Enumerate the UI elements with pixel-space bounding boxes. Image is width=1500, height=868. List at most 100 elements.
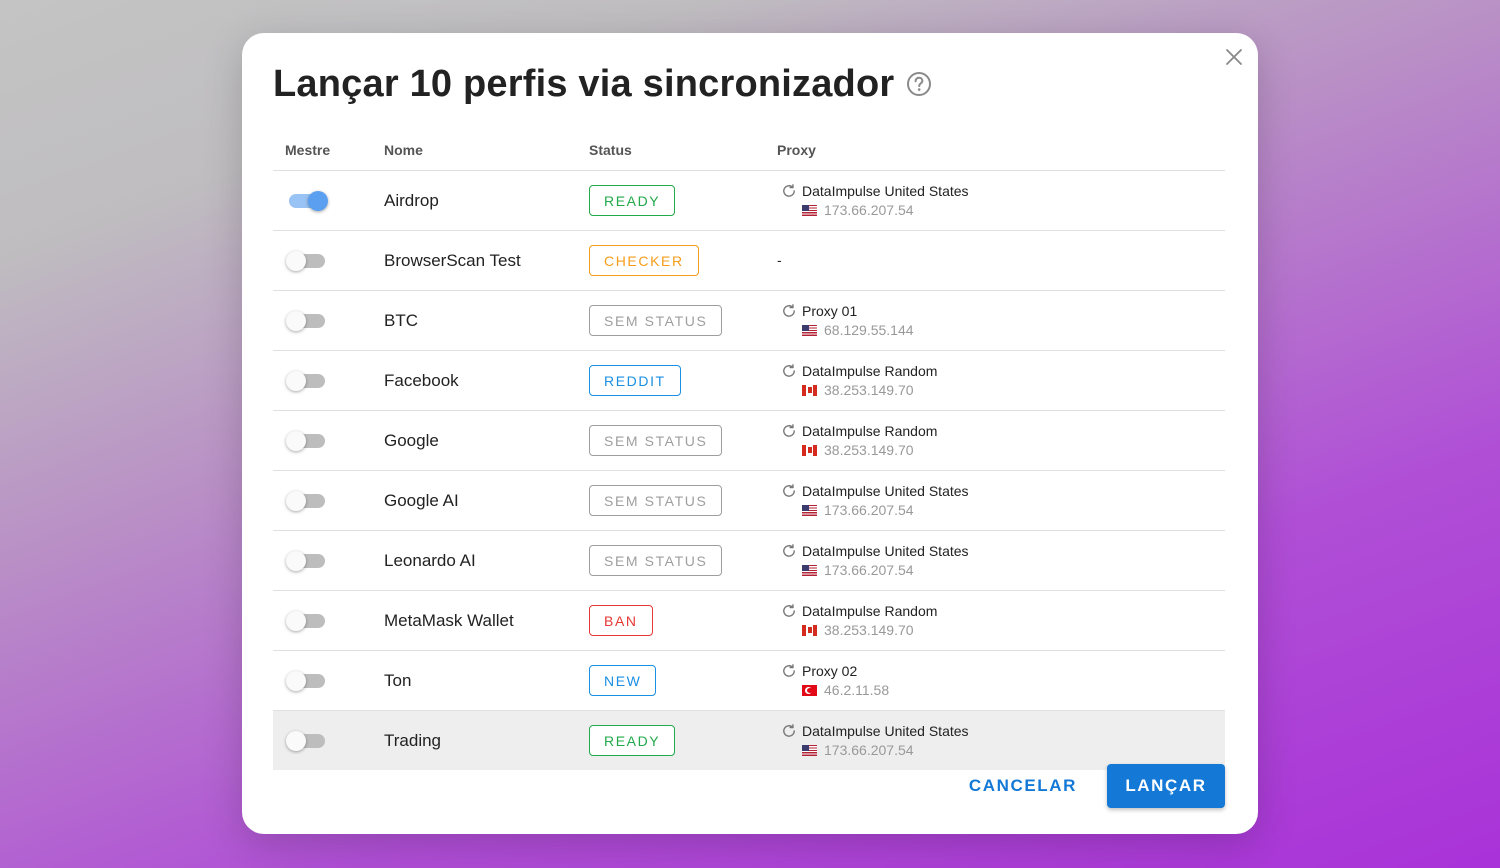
status-badge: CHECKER: [589, 245, 699, 276]
column-header-proxy: Proxy: [777, 141, 816, 158]
status-cell: SEM STATUS: [589, 305, 777, 336]
proxy-ip: 173.66.207.54: [824, 562, 914, 578]
status-cell: SEM STATUS: [589, 425, 777, 456]
table-row[interactable]: Facebook REDDIT DataImpulse Random 38.253.1…: [273, 351, 1225, 411]
dialog-footer: CANCELAR LANÇAR: [955, 764, 1225, 808]
table-row[interactable]: MetaMask Wallet BAN DataImpulse Random 38.2…: [273, 591, 1225, 651]
status-badge: NEW: [589, 665, 657, 696]
refresh-icon[interactable]: [781, 363, 797, 379]
launch-button[interactable]: LANÇAR: [1107, 764, 1225, 808]
proxy-info: DataImpulse United States 173.66.207.54: [777, 543, 1225, 578]
proxy-ip: 46.2.11.58: [824, 682, 890, 698]
table-row[interactable]: Airdrop READY DataImpulse United States 173…: [273, 171, 1225, 231]
master-cell: [273, 250, 384, 271]
master-cell: [273, 430, 384, 451]
proxy-info: DataImpulse United States 173.66.207.54: [777, 483, 1225, 518]
status-cell: SEM STATUS: [589, 545, 777, 576]
master-toggle[interactable]: [286, 490, 328, 511]
master-toggle[interactable]: [286, 190, 328, 211]
proxy-ip: 173.66.207.54: [824, 742, 914, 758]
proxy-cell: DataImpulse United States 173.66.207.54: [777, 723, 1225, 758]
table-row[interactable]: Ton NEW Proxy 02 46.2.11.58: [273, 651, 1225, 711]
proxy-info: DataImpulse Random 38.253.149.70: [777, 423, 1225, 458]
master-toggle[interactable]: [286, 670, 328, 691]
profiles-table: Mestre Nome Status Proxy Airdrop READY Dat…: [273, 129, 1225, 770]
table-row[interactable]: BrowserScan Test CHECKER -: [273, 231, 1225, 291]
close-button[interactable]: [1222, 47, 1246, 71]
flag-us-icon: [802, 204, 817, 216]
master-cell: [273, 190, 384, 211]
table-row[interactable]: BTC SEM STATUS Proxy 01 68.129.55.144: [273, 291, 1225, 351]
column-header-master: Mestre: [285, 141, 331, 158]
proxy-info: DataImpulse Random 38.253.149.70: [777, 363, 1225, 398]
proxy-info: DataImpulse United States 173.66.207.54: [777, 723, 1225, 758]
master-toggle[interactable]: [286, 430, 328, 451]
status-badge: SEM STATUS: [589, 305, 723, 336]
proxy-name: DataImpulse United States: [802, 483, 969, 499]
refresh-icon[interactable]: [781, 423, 797, 439]
master-toggle[interactable]: [286, 730, 328, 751]
status-badge: REDDIT: [589, 365, 681, 396]
flag-tr-icon: [802, 684, 817, 696]
close-icon: [1225, 48, 1243, 71]
master-toggle[interactable]: [286, 550, 328, 571]
proxy-cell: DataImpulse Random 38.253.149.70: [777, 423, 1225, 458]
proxy-info: DataImpulse Random 38.253.149.70: [777, 603, 1225, 638]
profile-name: Leonardo AI: [384, 550, 476, 570]
cancel-button[interactable]: CANCELAR: [955, 764, 1091, 808]
refresh-icon[interactable]: [781, 303, 797, 319]
master-toggle[interactable]: [286, 250, 328, 271]
proxy-cell: DataImpulse United States 173.66.207.54: [777, 483, 1225, 518]
status-cell: NEW: [589, 665, 777, 696]
proxy-cell: -: [777, 252, 1225, 270]
profile-name: Trading: [384, 730, 442, 750]
flag-us-icon: [802, 744, 817, 756]
proxy-empty: -: [777, 251, 782, 268]
table-row[interactable]: Google AI SEM STATUS DataImpulse United St…: [273, 471, 1225, 531]
proxy-cell: DataImpulse United States 173.66.207.54: [777, 543, 1225, 578]
master-cell: [273, 310, 384, 331]
master-toggle[interactable]: [286, 370, 328, 391]
profile-name: Google: [384, 430, 439, 450]
dialog-header: Lançar 10 perfis via sincronizador: [273, 63, 932, 106]
table-row[interactable]: Leonardo AI SEM STATUS DataImpulse United …: [273, 531, 1225, 591]
status-badge: SEM STATUS: [589, 545, 723, 576]
refresh-icon[interactable]: [781, 603, 797, 619]
column-header-status: Status: [589, 141, 632, 158]
proxy-info: Proxy 01 68.129.55.144: [777, 303, 1225, 338]
flag-ca-icon: [802, 624, 817, 636]
status-cell: BAN: [589, 605, 777, 636]
flag-us-icon: [802, 324, 817, 336]
proxy-cell: DataImpulse Random 38.253.149.70: [777, 363, 1225, 398]
refresh-icon[interactable]: [781, 663, 797, 679]
proxy-ip: 68.129.55.144: [824, 322, 914, 338]
table-row[interactable]: Google SEM STATUS DataImpulse Random 38.253…: [273, 411, 1225, 471]
status-cell: READY: [589, 185, 777, 216]
proxy-ip: 173.66.207.54: [824, 502, 914, 518]
refresh-icon[interactable]: [781, 183, 797, 199]
help-circle-icon[interactable]: [906, 71, 932, 102]
master-cell: [273, 370, 384, 391]
master-toggle[interactable]: [286, 610, 328, 631]
status-badge: SEM STATUS: [589, 425, 723, 456]
proxy-cell: Proxy 02 46.2.11.58: [777, 663, 1225, 698]
profile-name: MetaMask Wallet: [384, 610, 514, 630]
refresh-icon[interactable]: [781, 543, 797, 559]
master-cell: [273, 730, 384, 751]
table-header: Mestre Nome Status Proxy: [273, 129, 1225, 171]
master-cell: [273, 550, 384, 571]
launch-profiles-dialog: Lançar 10 perfis via sincronizador Mestr…: [242, 33, 1258, 834]
refresh-icon[interactable]: [781, 723, 797, 739]
master-toggle[interactable]: [286, 310, 328, 331]
proxy-name: DataImpulse Random: [802, 363, 938, 379]
flag-ca-icon: [802, 444, 817, 456]
proxy-info: Proxy 02 46.2.11.58: [777, 663, 1225, 698]
proxy-name: DataImpulse United States: [802, 723, 969, 739]
proxy-ip: 38.253.149.70: [824, 382, 914, 398]
table-row[interactable]: Trading READY DataImpulse United States 173…: [273, 711, 1225, 770]
refresh-icon[interactable]: [781, 483, 797, 499]
status-badge: READY: [589, 185, 676, 216]
status-badge: BAN: [589, 605, 653, 636]
profile-name: Ton: [384, 670, 412, 690]
flag-us-icon: [802, 504, 817, 516]
